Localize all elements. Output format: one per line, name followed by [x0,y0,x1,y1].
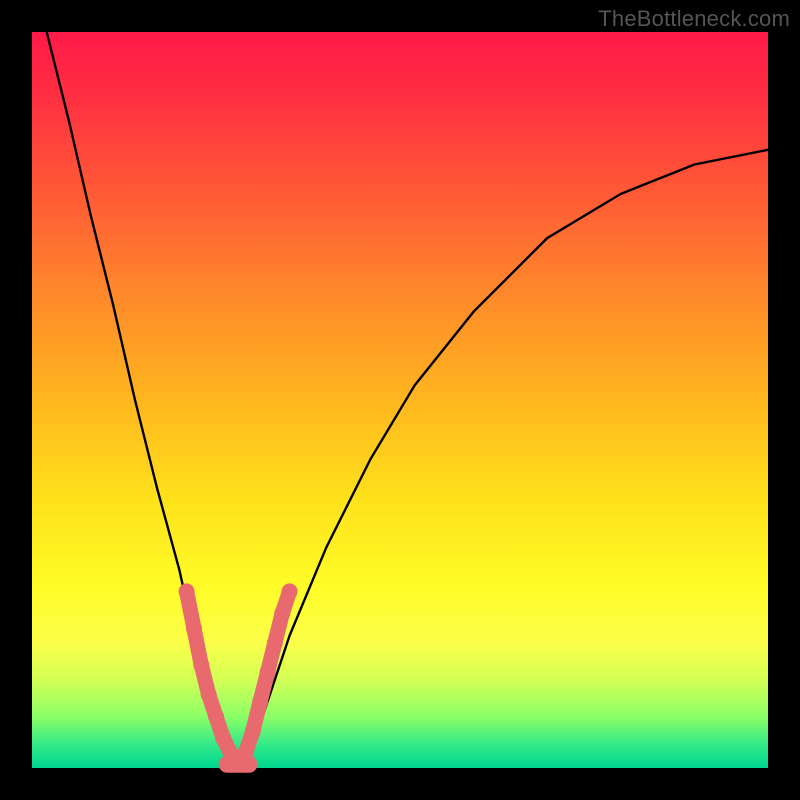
chart-svg [32,32,768,768]
watermark-text: TheBottleneck.com [598,6,790,32]
highlight-beads [179,583,298,764]
chart-frame: TheBottleneck.com [0,0,800,800]
v-curve-path [47,32,768,768]
plot-area [32,32,768,768]
